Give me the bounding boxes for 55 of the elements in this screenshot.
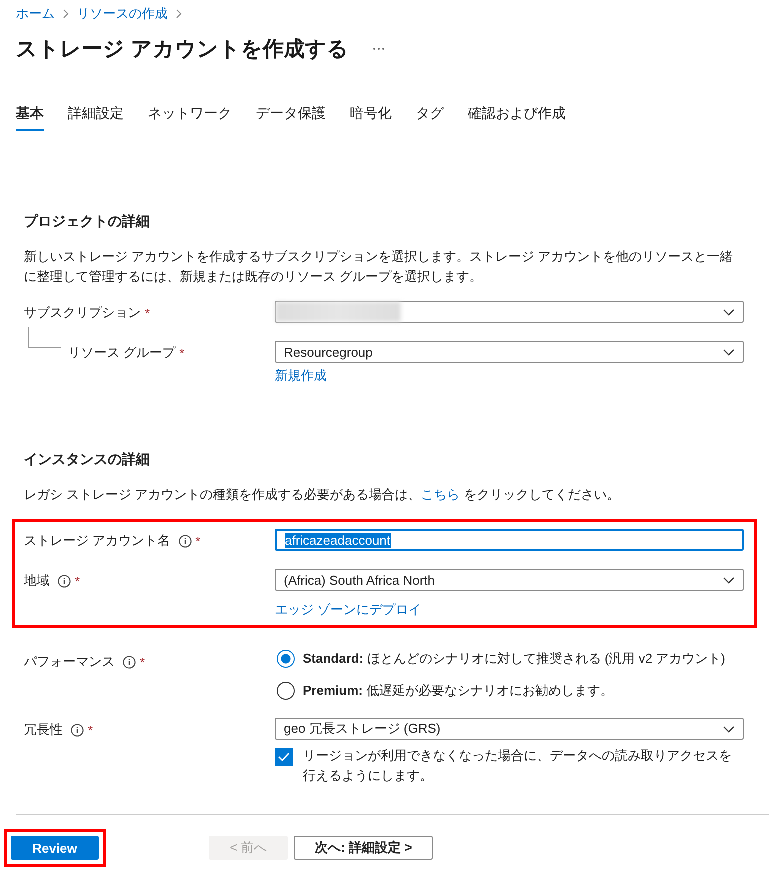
chevron-right-icon <box>176 9 182 19</box>
redundancy-dropdown[interactable]: geo 冗長ストレージ (GRS) <box>275 718 744 740</box>
resource-group-dropdown[interactable]: Resourcegroup <box>275 341 744 363</box>
edge-zone-link[interactable]: エッジ ゾーンにデプロイ <box>275 601 744 619</box>
radio-button[interactable] <box>277 682 295 700</box>
field-label: リソース グループ <box>68 344 176 362</box>
more-icon[interactable] <box>372 47 385 51</box>
footer-button[interactable]: Review <box>11 836 99 860</box>
checkbox[interactable] <box>275 748 293 766</box>
radio-button[interactable] <box>277 650 295 668</box>
required-mark: * <box>196 534 201 548</box>
here-link[interactable]: こちら <box>421 487 460 502</box>
checkbox-label: リージョンが利用できなくなった場合に、データへの読み取りアクセスを行えるようにします。 <box>303 747 733 785</box>
info-icon[interactable] <box>178 534 192 548</box>
required-mark: * <box>145 306 150 320</box>
field-label: パフォーマンス <box>24 653 115 671</box>
radio-label: Standard: ほとんどのシナリオに対して推奨される (汎用 v2 アカウント) <box>303 650 726 668</box>
subscription-dropdown[interactable] <box>275 301 744 323</box>
page-title: ストレージ アカウントを作成する <box>16 37 349 63</box>
tab[interactable]: データ保護 <box>256 105 326 131</box>
breadcrumb-link[interactable]: ホーム <box>16 5 55 23</box>
breadcrumb-link[interactable]: リソースの作成 <box>77 5 168 23</box>
info-icon[interactable] <box>71 724 84 736</box>
tree-connector <box>28 327 61 348</box>
tab[interactable]: 詳細設定 <box>68 105 124 131</box>
required-mark: * <box>140 654 146 670</box>
field-label: 地域 <box>24 572 50 590</box>
caret-icon <box>723 308 735 316</box>
tab[interactable]: 基本 <box>16 105 44 131</box>
section-heading: プロジェクトの詳細 <box>23 213 151 231</box>
footer-button[interactable]: 次へ: 詳細設定 > <box>294 836 434 860</box>
radio-label: Premium: 低遅延が必要なシナリオにお勧めします。 <box>303 682 614 700</box>
required-mark: * <box>75 574 80 588</box>
caret-icon <box>723 576 735 584</box>
required-mark: * <box>180 346 185 360</box>
info-icon[interactable] <box>58 574 71 588</box>
field-label: サブスクリプション <box>24 304 141 322</box>
caret-icon <box>723 726 735 732</box>
tab[interactable]: 確認および作成 <box>468 105 566 131</box>
tab[interactable]: タグ <box>416 105 444 131</box>
field-label: 冗長性 <box>24 721 63 739</box>
region-dropdown[interactable]: (Africa) South Africa North <box>275 569 744 591</box>
tab[interactable]: ネットワーク <box>148 105 232 131</box>
required-mark: * <box>88 722 94 738</box>
caret-icon <box>723 348 735 356</box>
info-icon[interactable] <box>123 656 136 668</box>
account-name-input[interactable]: africazeadaccount <box>275 529 744 551</box>
section-heading: インスタンスの詳細 <box>23 451 151 469</box>
section-description: 新しいストレージ アカウントを作成するサブスクリプションを選択します。ストレージ アカウントを他のリソースと一緒に整理して管理するには、新規または既存のリソース グループを選択します。 <box>23 248 734 286</box>
checkmark-icon <box>278 752 290 762</box>
field-label: ストレージ アカウント名 <box>24 532 171 550</box>
tab[interactable]: 暗号化 <box>350 105 392 131</box>
section-description: レガシ ストレージ アカウントの種類を作成する必要がある場合は、こちら をクリックしてください。 <box>23 486 621 504</box>
chevron-right-icon <box>63 9 69 19</box>
create-new-link[interactable]: 新規作成 <box>275 367 744 385</box>
